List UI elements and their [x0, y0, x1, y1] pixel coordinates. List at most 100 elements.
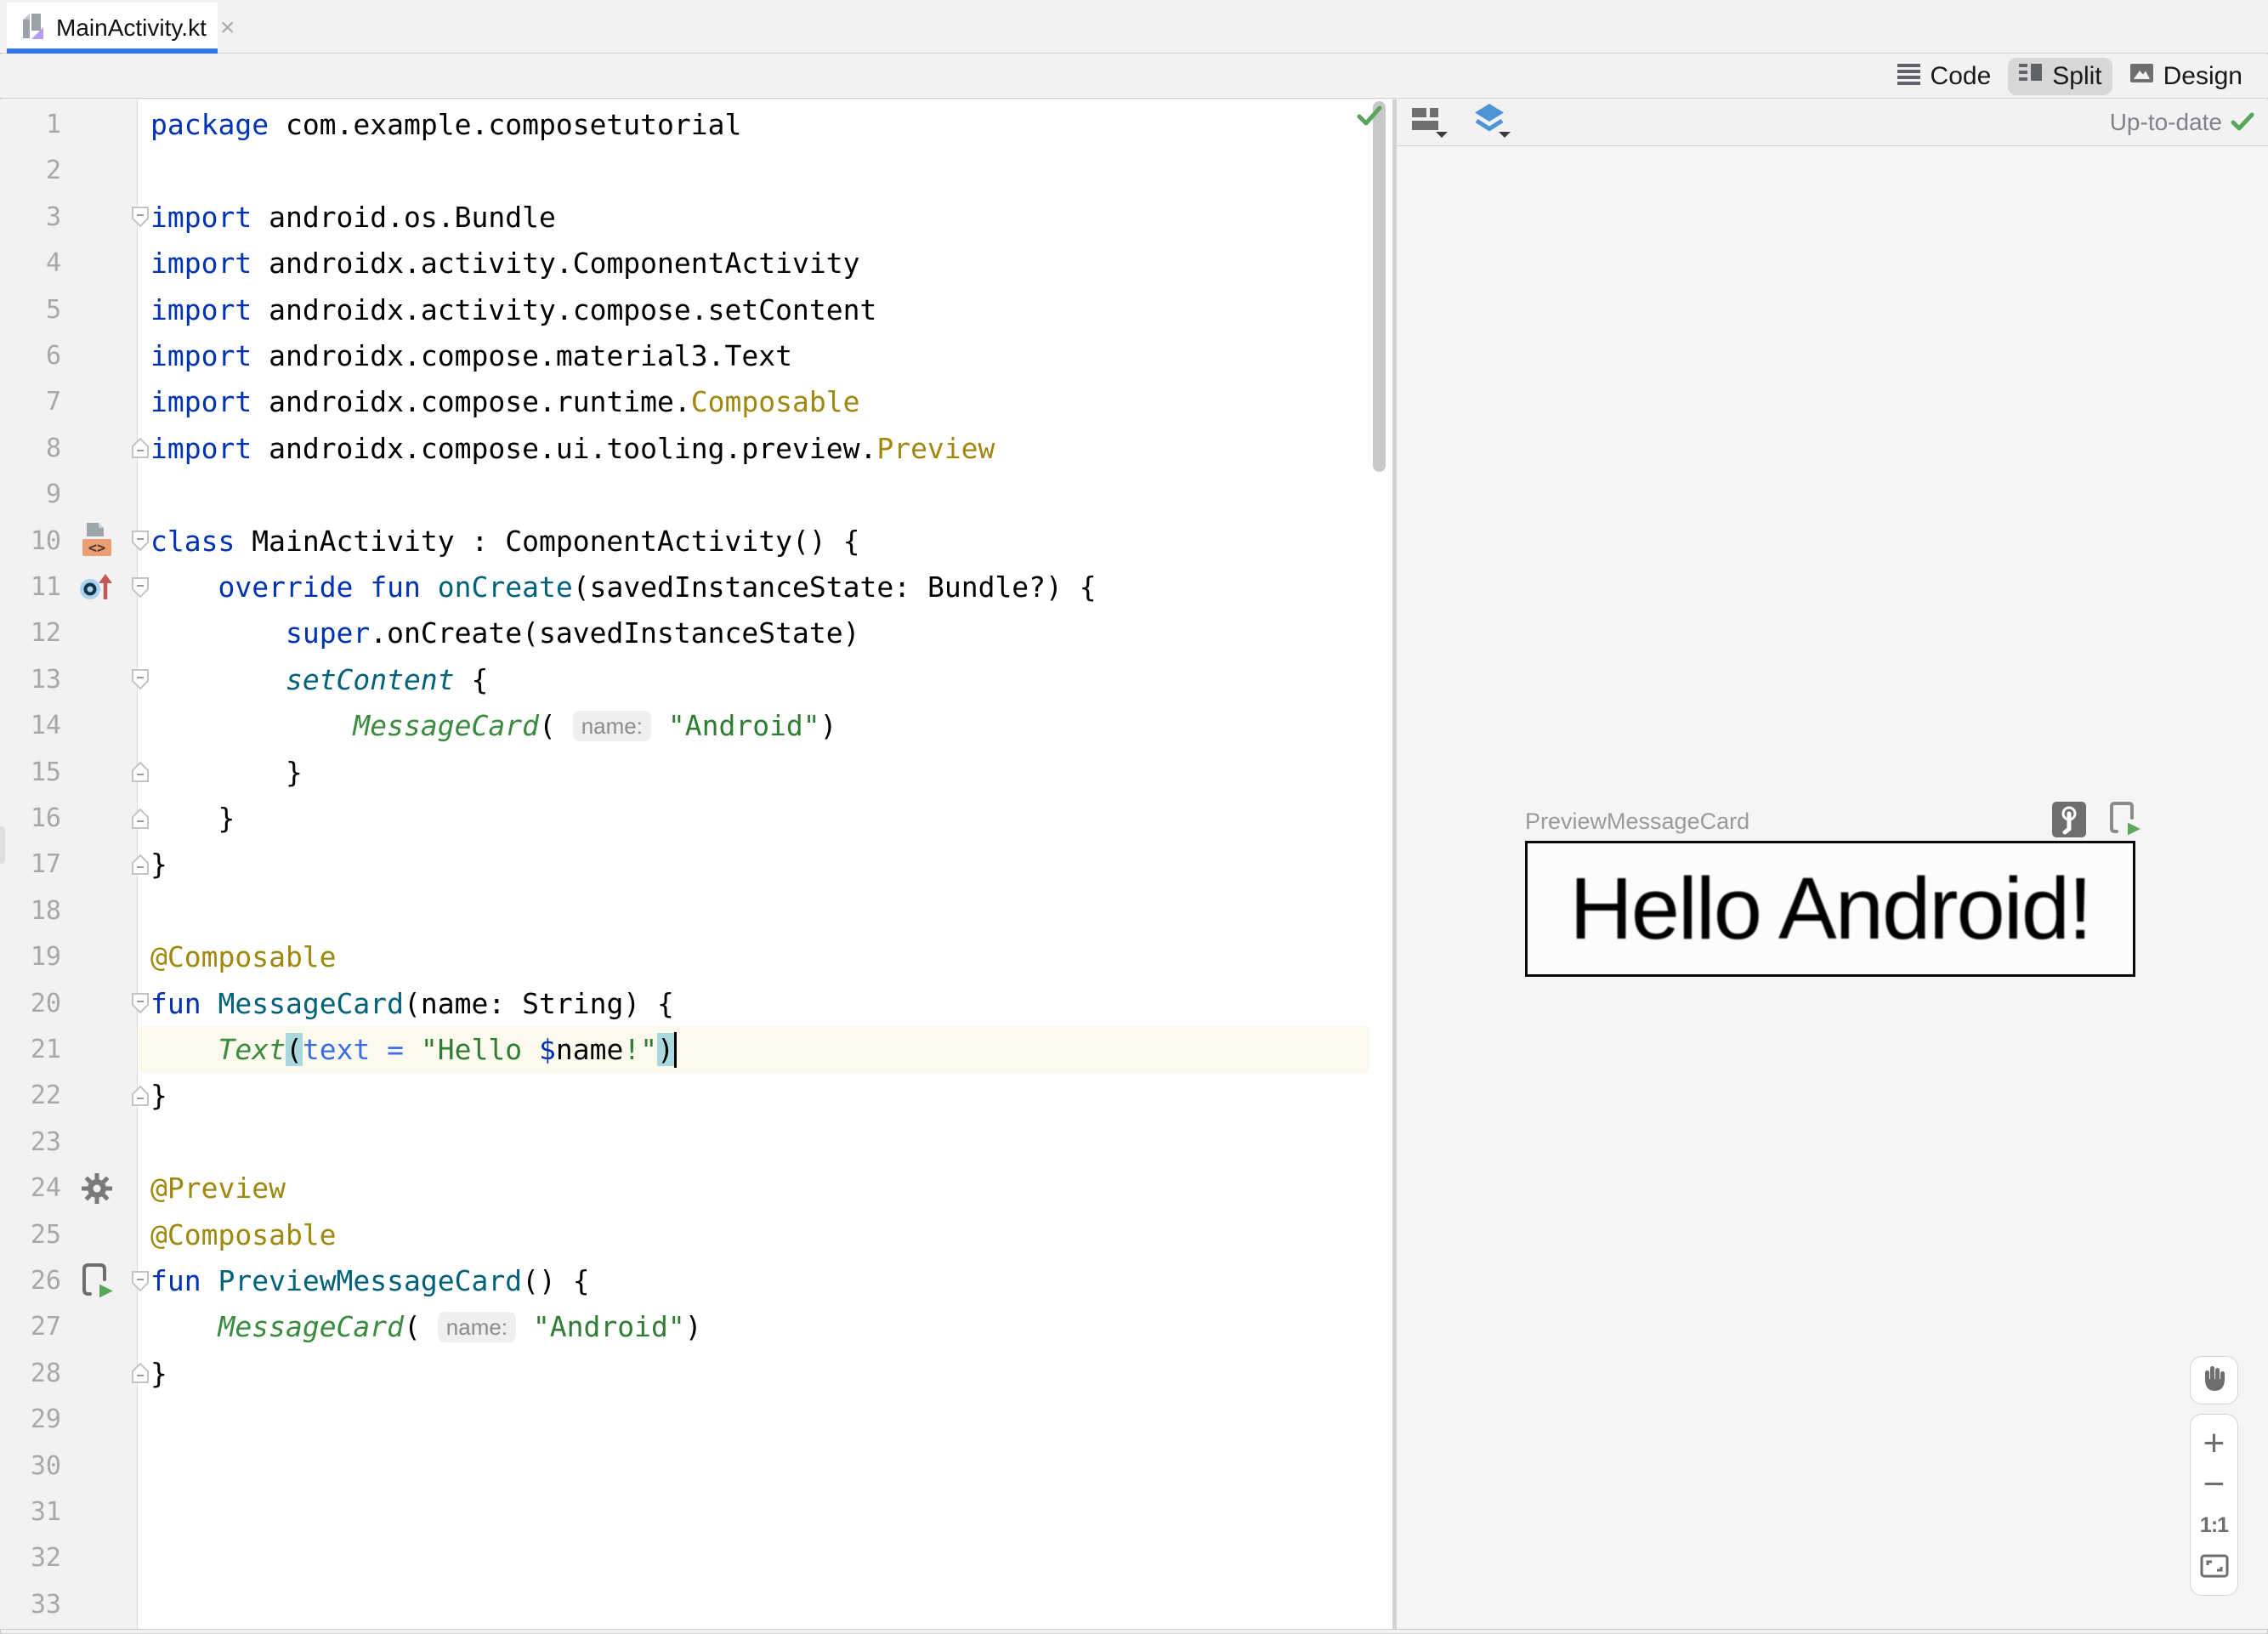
code-text: import androidx.activity.compose.setCont… [150, 292, 877, 326]
code-line[interactable]: 12 super.onCreate(savedInstanceState) [0, 610, 1392, 656]
editor-tab-bar: MainActivity.kt × [0, 0, 2268, 54]
code-line[interactable]: 14 MessageCard( name: "Android") [0, 702, 1392, 749]
code-mode-button[interactable]: Code [1886, 57, 2002, 96]
line-number[interactable]: 6 [0, 332, 61, 379]
line-number[interactable]: 5 [0, 287, 61, 333]
editor-scrollbar[interactable] [1373, 101, 1386, 472]
code-line[interactable]: 1 package com.example.composetutorial [0, 101, 1392, 148]
line-number[interactable]: 14 [0, 702, 61, 749]
line-number[interactable]: 4 [0, 240, 61, 287]
line-number[interactable]: 29 [0, 1396, 61, 1443]
code-line[interactable]: 23 [0, 1119, 1392, 1166]
line-number[interactable]: 11 [0, 564, 61, 610]
code-line[interactable]: 21 Text(text = "Hello $name!") [0, 1026, 1392, 1073]
zoom-in-button[interactable]: + [2203, 1424, 2225, 1463]
line-number[interactable]: 17 [0, 841, 61, 888]
line-number[interactable]: 33 [0, 1581, 61, 1628]
run-preview-icon [82, 1262, 116, 1300]
status-check-icon [2231, 112, 2254, 131]
view-mode-toolbar: Code Split Design [0, 54, 2268, 99]
code-line[interactable]: 30 [0, 1443, 1392, 1489]
line-number[interactable]: 15 [0, 749, 61, 796]
layers-icon[interactable] [1471, 103, 1512, 143]
code-line[interactable]: 10 <> class MainActivity : ComponentActi… [0, 518, 1392, 565]
code-line[interactable]: 5 import androidx.activity.compose.setCon… [0, 287, 1392, 333]
line-number[interactable]: 18 [0, 888, 61, 934]
line-number[interactable]: 16 [0, 795, 61, 842]
fold-end-icon [132, 1362, 149, 1384]
line-number[interactable]: 2 [0, 147, 61, 194]
line-number[interactable]: 9 [0, 471, 61, 518]
line-number[interactable]: 20 [0, 980, 61, 1027]
interactive-preview-icon[interactable] [2052, 802, 2086, 842]
design-mode-button[interactable]: Design [2119, 58, 2253, 95]
line-number[interactable]: 23 [0, 1119, 61, 1166]
gear-icon [82, 1172, 112, 1204]
line-number[interactable]: 19 [0, 933, 61, 980]
main-split-area: 1 package com.example.composetutorial 2 3 i… [0, 99, 2268, 1629]
code-line[interactable]: 33 [0, 1581, 1392, 1628]
code-line[interactable]: 4 import androidx.activity.ComponentActiv… [0, 240, 1392, 287]
code-line[interactable]: 24 @Preview [0, 1165, 1392, 1211]
line-number[interactable]: 1 [0, 101, 61, 148]
code-line[interactable]: 11 override fun onCreate(savedInstanceSt… [0, 564, 1392, 610]
line-number[interactable]: 32 [0, 1535, 61, 1581]
code-line[interactable]: 31 [0, 1489, 1392, 1535]
code-line[interactable]: 6 import androidx.compose.material3.Text [0, 332, 1392, 379]
code-mode-label: Code [1930, 61, 1992, 90]
code-text: } [150, 1079, 167, 1113]
code-line[interactable]: 2 [0, 147, 1392, 194]
code-line[interactable]: 15 } [0, 749, 1392, 796]
code-line[interactable]: 9 [0, 471, 1392, 518]
code-line[interactable]: 28 } [0, 1350, 1392, 1397]
tab-mainactivity[interactable]: MainActivity.kt × [7, 3, 235, 54]
line-number[interactable]: 10 [0, 518, 61, 565]
line-number[interactable]: 30 [0, 1443, 61, 1489]
code-line[interactable]: 17 } [0, 841, 1392, 888]
line-number[interactable]: 3 [0, 194, 61, 241]
fold-end-icon [132, 854, 149, 875]
code-editor[interactable]: 1 package com.example.composetutorial 2 3 i… [0, 99, 1392, 1629]
code-line[interactable]: 18 [0, 888, 1392, 934]
line-number[interactable]: 13 [0, 656, 61, 703]
zoom-actual-size-button[interactable]: 1:1 [2200, 1506, 2229, 1545]
code-line[interactable]: 13 setContent { [0, 656, 1392, 703]
code-text: override fun onCreate(savedInstanceState… [218, 570, 1097, 604]
fold-end-icon [132, 437, 149, 459]
view-options-icon[interactable] [1410, 103, 1449, 143]
pan-tool-button[interactable] [2190, 1356, 2238, 1404]
line-number[interactable]: 8 [0, 425, 61, 472]
code-text: import androidx.compose.material3.Text [150, 339, 792, 372]
code-line[interactable]: 26 fun PreviewMessageCard() { [0, 1257, 1392, 1304]
line-number[interactable]: 26 [0, 1257, 61, 1304]
code-line[interactable]: 7 import androidx.compose.runtime.Composa… [0, 378, 1392, 425]
code-text: @Preview [150, 1172, 286, 1206]
line-number[interactable]: 21 [0, 1026, 61, 1073]
line-number[interactable]: 25 [0, 1211, 61, 1258]
code-line[interactable]: 25 @Composable [0, 1211, 1392, 1258]
line-number[interactable]: 31 [0, 1489, 61, 1535]
zoom-out-button[interactable]: − [2203, 1465, 2225, 1504]
zoom-to-fit-button[interactable] [2200, 1546, 2229, 1586]
line-number[interactable]: 24 [0, 1165, 61, 1211]
line-number[interactable]: 12 [0, 610, 61, 656]
code-line[interactable]: 8 import androidx.compose.ui.tooling.pre… [0, 425, 1392, 472]
code-line[interactable]: 16 } [0, 795, 1392, 842]
kotlin-file-icon [20, 13, 46, 44]
code-line[interactable]: 22 } [0, 1072, 1392, 1119]
line-number[interactable]: 7 [0, 378, 61, 425]
line-number[interactable]: 28 [0, 1350, 61, 1397]
code-line[interactable]: 20 fun MessageCard(name: String) { [0, 980, 1392, 1027]
code-line[interactable]: 3 import android.os.Bundle [0, 194, 1392, 241]
inspections-ok-icon[interactable] [1357, 105, 1382, 128]
run-preview-on-device-icon[interactable] [2106, 801, 2145, 843]
split-mode-button[interactable]: Split [2008, 57, 2112, 95]
code-line[interactable]: 19 @Composable [0, 933, 1392, 980]
line-number[interactable]: 22 [0, 1072, 61, 1119]
code-line[interactable]: 27 MessageCard( name: "Android") [0, 1303, 1392, 1350]
code-line[interactable]: 32 [0, 1535, 1392, 1581]
code-line[interactable]: 29 [0, 1396, 1392, 1443]
line-number[interactable]: 27 [0, 1303, 61, 1350]
tab-close-icon[interactable]: × [220, 15, 235, 41]
compose-preview-render[interactable]: Hello Android! [1525, 841, 2135, 977]
